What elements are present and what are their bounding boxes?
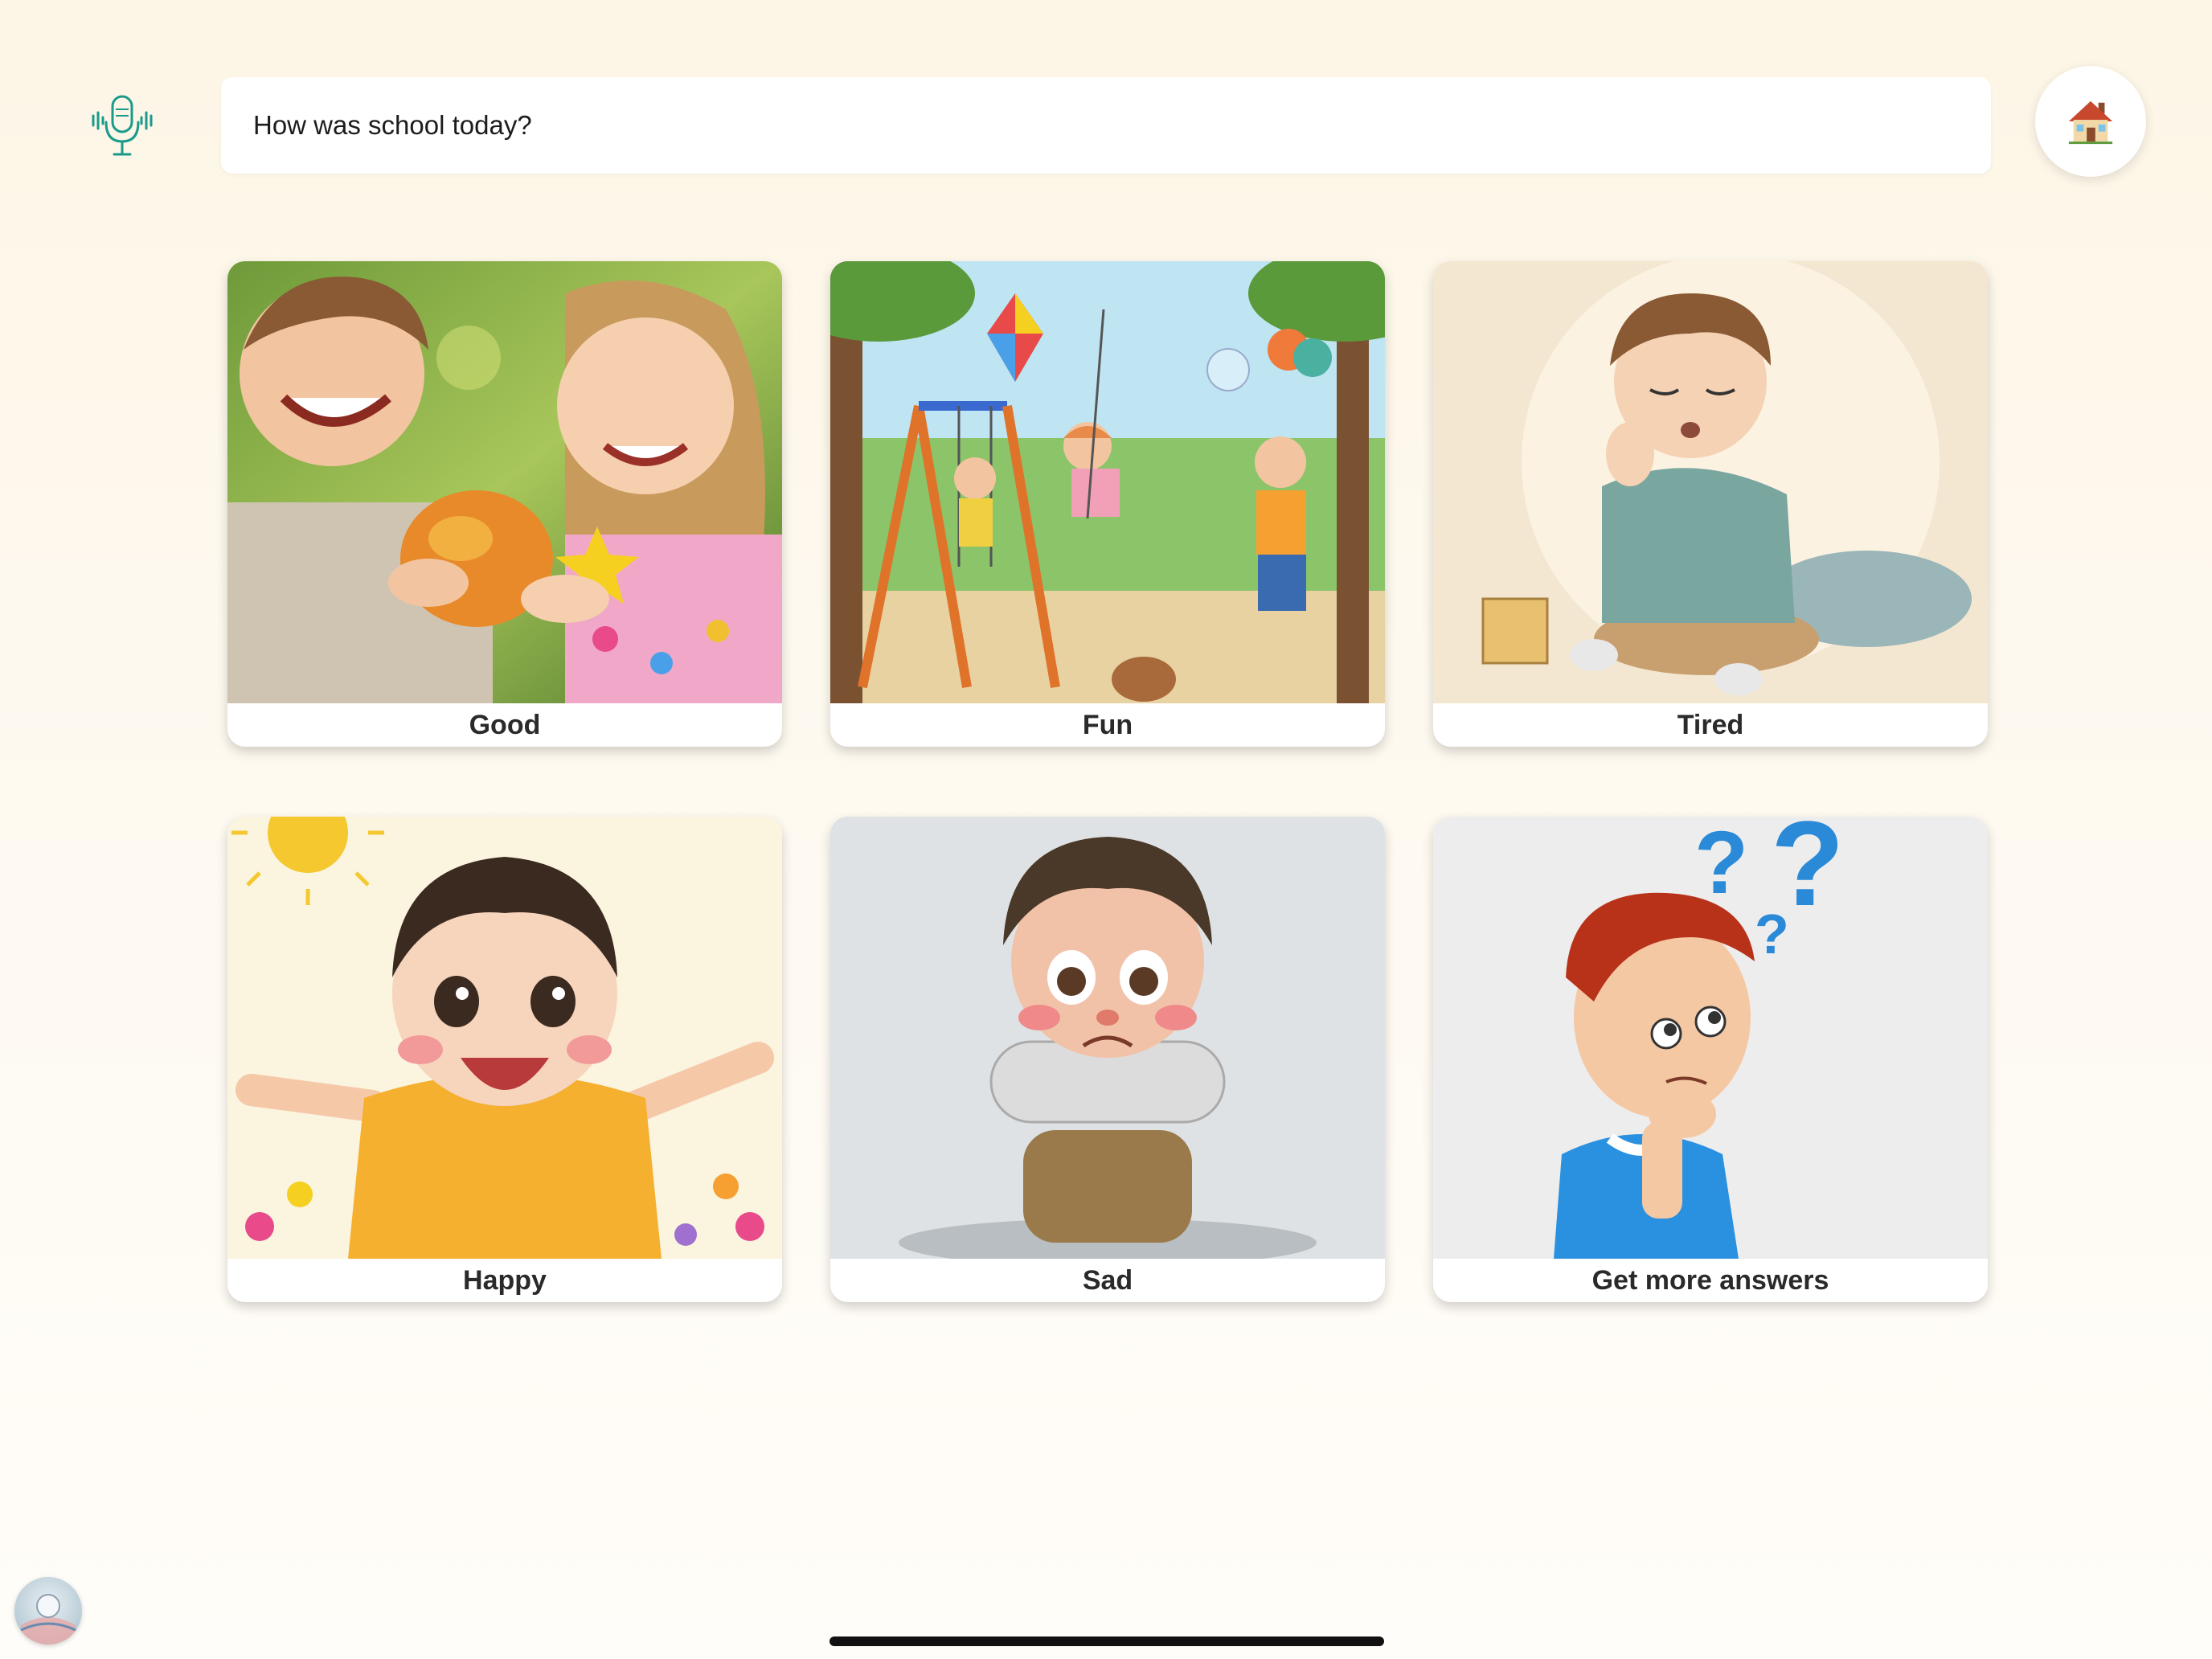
card-image (830, 817, 1385, 1259)
card-label: Good (469, 709, 541, 740)
answer-card-tired[interactable]: Tired (1433, 261, 1988, 747)
answer-card-get-more-answers[interactable]: ? ? ? Get more answers (1433, 817, 1988, 1302)
answer-card-sad[interactable]: Sad (830, 817, 1385, 1302)
question-text: How was school today? (253, 110, 532, 140)
card-image: ? ? ? (1433, 817, 1988, 1259)
microphone-button[interactable] (77, 80, 167, 170)
question-bar: How was school today? (221, 77, 1991, 174)
card-image (227, 261, 782, 703)
home-indicator[interactable] (830, 1636, 1384, 1646)
card-image (1433, 261, 1988, 703)
answer-card-happy[interactable]: Happy (227, 817, 782, 1302)
card-label: Tired (1677, 709, 1744, 740)
card-label: Happy (463, 1264, 547, 1296)
card-label: Sad (1082, 1264, 1133, 1296)
svg-text:?: ? (1694, 817, 1748, 912)
card-label: Fun (1082, 709, 1133, 740)
card-image (227, 817, 782, 1259)
card-label: Get more answers (1591, 1264, 1829, 1296)
card-image (830, 261, 1385, 703)
house-icon (2068, 100, 2113, 145)
answer-card-fun[interactable]: Fun (830, 261, 1385, 747)
app-logo-icon (20, 1594, 76, 1645)
app-logo[interactable] (14, 1577, 82, 1645)
svg-text:?: ? (1755, 903, 1789, 965)
microphone-icon (92, 95, 153, 156)
home-button[interactable] (2035, 66, 2146, 177)
answer-card-good[interactable]: Good (227, 261, 782, 747)
